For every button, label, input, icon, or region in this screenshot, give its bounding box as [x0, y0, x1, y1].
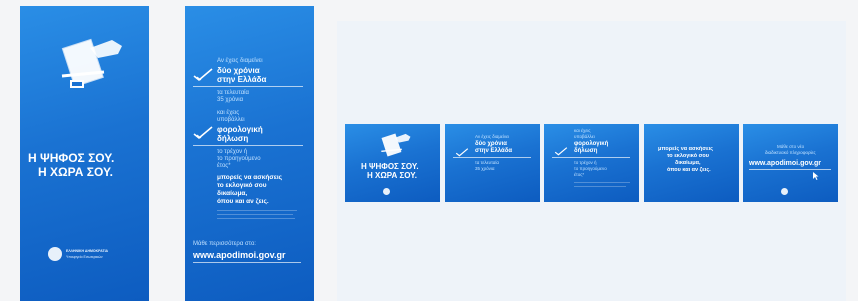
- banner-eligibility: Αν έχεις διαμείνει δύο χρόνια στην Ελλάδ…: [185, 6, 314, 301]
- condition-highlight-2: στην Ελλάδα: [475, 148, 513, 154]
- cursor-icon: [813, 172, 819, 180]
- footnote-line: [574, 182, 630, 183]
- government-seal-icon: [383, 188, 390, 195]
- condition-intro-2b: υποβάλλει: [217, 117, 245, 123]
- condition-detail-2: 35 χρόνια: [217, 97, 244, 103]
- ballot-hand-icon: [61, 38, 122, 88]
- checkmark-icon: [554, 147, 568, 156]
- slide-residence-condition[interactable]: Αν έχεις διαμείνει δύο χρόνια στην Ελλάδ…: [445, 124, 540, 202]
- divider: [193, 145, 303, 146]
- slide-vote-message[interactable]: μπορείς να ασκήσεις το εκλογικό σου δικα…: [644, 124, 739, 202]
- divider: [193, 86, 303, 87]
- divider: [552, 157, 630, 158]
- condition-highlight-1: δύο χρόνια: [217, 66, 260, 75]
- condition-highlight-3: φορολογική: [217, 125, 263, 134]
- ballot-hand-icon: [381, 133, 411, 157]
- slogan-line-2: Η ΧΩΡΑ ΣΟΥ.: [367, 171, 417, 180]
- government-seal-icon: [48, 247, 62, 261]
- condition-intro-b: υποβάλλει: [574, 134, 595, 139]
- slide-preview-canvas: Η ΨΗΦΟΣ ΣΟΥ. Η ΧΩΡΑ ΣΟΥ. Αν έχεις διαμεί…: [337, 21, 846, 301]
- message-line-4: όπου και αν ζεις.: [217, 198, 269, 205]
- slogan-line-1: Η ΨΗΦΟΣ ΣΟΥ.: [28, 151, 115, 165]
- divider: [453, 157, 531, 158]
- slogan-line-1: Η ΨΗΦΟΣ ΣΟΥ.: [361, 162, 419, 171]
- checkmark-icon: [455, 148, 469, 157]
- condition-detail-4: το προηγούμενο: [217, 156, 261, 162]
- condition-detail-1: το τρέχον ή: [574, 160, 597, 165]
- slide-website-cta[interactable]: Μάθε στο νέο διαδικτυακό πληροφορίες www…: [743, 124, 838, 202]
- message-line-4: όπου και αν ζεις.: [667, 167, 711, 173]
- message-line-2: το εκλογικό σου: [217, 182, 267, 189]
- condition-highlight-1: δύο χρόνια: [475, 141, 507, 147]
- condition-highlight-2: δήλωση: [574, 148, 598, 154]
- checkmark-icon: [193, 68, 213, 82]
- condition-intro-1: Αν έχεις διαμείνει: [217, 58, 263, 64]
- cta-label: Μάθε περισσότερα στο:: [193, 241, 256, 247]
- condition-intro: Αν έχεις διαμείνει: [475, 134, 510, 139]
- condition-detail-3: έτος*: [574, 172, 585, 177]
- banner-vote-slogan: Η ΨΗΦΟΣ ΣΟΥ. Η ΧΩΡΑ ΣΟΥ. ΕΛΛΗΝΙΚΗ ΔΗΜΟΚΡ…: [20, 6, 149, 301]
- message-line-2: το εκλογικό σου: [667, 153, 709, 159]
- emblem-caption-2: Υπουργείο Εσωτερικών: [66, 255, 103, 259]
- website-url[interactable]: www.apodimoi.gov.gr: [193, 250, 286, 260]
- condition-detail-5: έτος*: [217, 163, 231, 169]
- checkmark-icon: [193, 126, 213, 140]
- website-url[interactable]: www.apodimoi.gov.gr: [749, 160, 821, 168]
- condition-detail-2: 35 χρόνια: [475, 166, 495, 171]
- slide-tax-condition[interactable]: και έχεις υποβάλλει φορολογική δήλωση το…: [544, 124, 639, 202]
- cta-line-1: Μάθε στο νέο: [777, 144, 805, 149]
- condition-detail-3: το τρέχον ή: [217, 149, 248, 155]
- footnote-line: [217, 218, 295, 219]
- message-line-1: μπορείς να ασκήσεις: [658, 146, 714, 152]
- footnote-line: [217, 214, 293, 215]
- condition-detail-1: τα τελευταία: [475, 160, 499, 165]
- condition-highlight-1: φορολογική: [574, 141, 609, 147]
- condition-detail-1: τα τελευταία: [217, 90, 249, 96]
- emblem-caption-1: ΕΛΛΗΝΙΚΗ ΔΗΜΟΚΡΑΤΙΑ: [66, 249, 109, 253]
- condition-intro-2a: και έχεις: [217, 110, 240, 116]
- message-line-3: δικαίωμα,: [217, 190, 248, 197]
- condition-detail-2: το προηγούμενο: [574, 166, 607, 171]
- url-underline: [193, 262, 301, 263]
- footnote-line: [574, 186, 626, 187]
- condition-highlight-4: δήλωση: [217, 134, 249, 143]
- url-underline: [749, 169, 831, 170]
- slide-vote-slogan[interactable]: Η ΨΗΦΟΣ ΣΟΥ. Η ΧΩΡΑ ΣΟΥ.: [345, 124, 440, 202]
- message-line-1: μπορείς να ασκήσεις: [217, 174, 283, 181]
- message-line-3: δικαίωμα,: [675, 160, 701, 166]
- government-seal-icon: [781, 188, 788, 195]
- condition-intro-a: και έχεις: [574, 128, 591, 133]
- footnote-line: [217, 210, 297, 211]
- slogan-line-2: Η ΧΩΡΑ ΣΟΥ.: [38, 165, 113, 179]
- condition-highlight-2: στην Ελλάδα: [217, 75, 267, 84]
- cta-line-2: διαδικτυακό πληροφορίες: [765, 150, 816, 155]
